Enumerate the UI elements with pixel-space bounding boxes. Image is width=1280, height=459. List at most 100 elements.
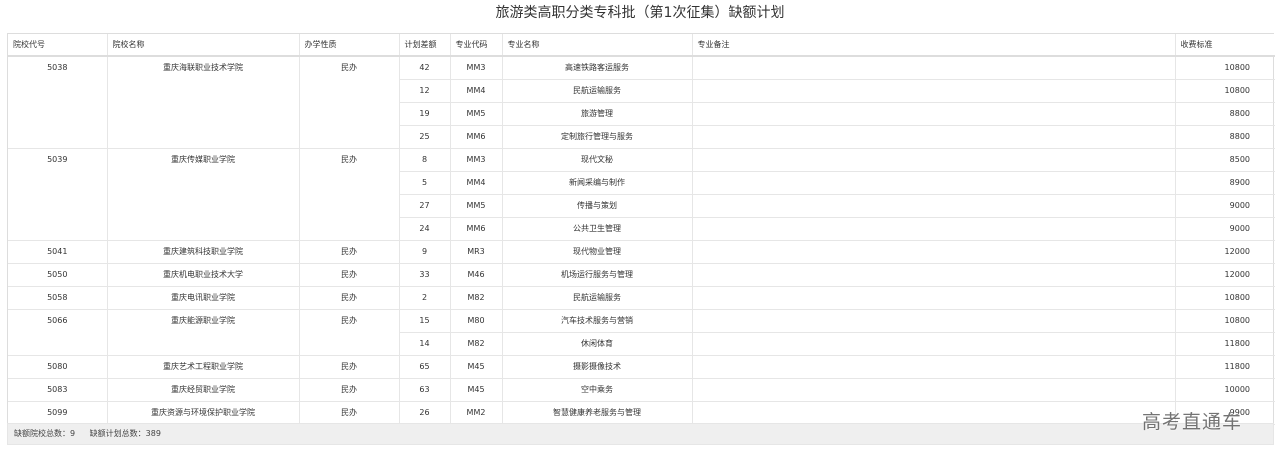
cell-major-note xyxy=(692,332,1176,356)
cell-major-code: MM3 xyxy=(450,148,503,172)
cell-school-name: 重庆建筑科技职业学院 xyxy=(107,240,300,264)
cell-major-name: 现代物业管理 xyxy=(502,240,693,264)
cell-school-code: 5039 xyxy=(8,148,108,241)
cell-plan-gap: 8 xyxy=(399,148,451,172)
cell-major-code: M82 xyxy=(450,286,503,310)
cell-major-name: 摄影摄像技术 xyxy=(502,355,693,379)
cell-major-code: MM6 xyxy=(450,125,503,149)
cell-fee: 8800 xyxy=(1175,102,1275,126)
cell-fee: 8500 xyxy=(1175,148,1275,172)
cell-fee: 8800 xyxy=(1175,125,1275,149)
table-row: 5066 重庆能源职业学院 民办 15 M80 汽车技术服务与营销 10800 xyxy=(8,309,1275,356)
cell-major-note xyxy=(692,148,1176,172)
cell-school-name: 重庆经贸职业学院 xyxy=(107,378,300,402)
cell-plan-gap: 19 xyxy=(399,102,451,126)
header-major-note[interactable]: 专业备注 xyxy=(692,34,1176,57)
cell-fee: 11800 xyxy=(1175,355,1275,379)
header-school-code[interactable]: 院校代号 xyxy=(8,34,108,57)
header-major-name[interactable]: 专业名称 xyxy=(502,34,693,57)
page-title: 旅游类高职分类专科批（第1次征集）缺额计划 xyxy=(495,5,785,21)
cell-fee: 9000 xyxy=(1175,194,1275,218)
cell-major-note xyxy=(692,378,1176,402)
cell-major-name: 空中乘务 xyxy=(502,378,693,402)
cell-major-code: MR3 xyxy=(450,240,503,264)
cell-school-type: 民办 xyxy=(299,286,400,310)
cell-major-note xyxy=(692,240,1176,264)
cell-major-note xyxy=(692,171,1176,195)
header-major-code[interactable]: 专业代码 xyxy=(450,34,503,57)
table-row: 5080 重庆艺术工程职业学院 民办 65 M45 摄影摄像技术 11800 xyxy=(8,355,1275,379)
cell-major-name: 民航运输服务 xyxy=(502,286,693,310)
cell-school-type: 民办 xyxy=(299,56,400,149)
cell-fee: 11800 xyxy=(1175,332,1275,356)
cell-fee: 10800 xyxy=(1175,79,1275,103)
header-school-name[interactable]: 院校名称 xyxy=(107,34,300,57)
cell-plan-gap: 2 xyxy=(399,286,451,310)
cell-major-name: 公共卫生管理 xyxy=(502,217,693,241)
cell-school-code: 5080 xyxy=(8,355,108,379)
cell-major-note xyxy=(692,355,1176,379)
cell-major-name: 新闻采编与制作 xyxy=(502,171,693,195)
cell-fee: 8900 xyxy=(1175,171,1275,195)
cell-major-name: 旅游管理 xyxy=(502,102,693,126)
cell-major-note xyxy=(692,125,1176,149)
cell-major-note xyxy=(692,286,1176,310)
cell-major-name: 机场运行服务与管理 xyxy=(502,263,693,287)
cell-plan-gap: 5 xyxy=(399,171,451,195)
cell-fee: 12000 xyxy=(1175,240,1275,264)
cell-school-type: 民办 xyxy=(299,378,400,402)
cell-major-code: MM3 xyxy=(450,56,503,80)
cell-school-code: 5083 xyxy=(8,378,108,402)
cell-major-note xyxy=(692,102,1176,126)
plan-total: 缺额计划总数：389 xyxy=(89,429,161,438)
cell-plan-gap: 27 xyxy=(399,194,451,218)
table-row: 5058 重庆电讯职业学院 民办 2 M82 民航运输服务 10800 xyxy=(8,286,1275,310)
header-fee[interactable]: 收费标准 xyxy=(1175,34,1275,57)
cell-school-code: 5050 xyxy=(8,263,108,287)
cell-major-name: 休闲体育 xyxy=(502,332,693,356)
table-row: 5041 重庆建筑科技职业学院 民办 9 MR3 现代物业管理 12000 xyxy=(8,240,1275,264)
cell-school-type: 民办 xyxy=(299,309,400,356)
cell-school-code: 5041 xyxy=(8,240,108,264)
school-total: 缺额院校总数：9 xyxy=(14,429,76,438)
cell-major-code: M45 xyxy=(450,378,503,402)
table-row: 5038 重庆海联职业技术学院 民办 42 MM3 高速铁路客运服务 10800 xyxy=(8,56,1275,149)
cell-major-code: M45 xyxy=(450,355,503,379)
header-plan-gap[interactable]: 计划差额 xyxy=(399,34,451,57)
cell-major-code: MM5 xyxy=(450,102,503,126)
cell-school-name: 重庆海联职业技术学院 xyxy=(107,56,300,149)
table-footer: 缺额院校总数：9 缺额计划总数：389 xyxy=(7,423,1274,445)
cell-major-code: M82 xyxy=(450,332,503,356)
cell-major-code: MM4 xyxy=(450,79,503,103)
cell-major-code: MM6 xyxy=(450,217,503,241)
cell-major-code: M46 xyxy=(450,263,503,287)
cell-school-name: 重庆电讯职业学院 xyxy=(107,286,300,310)
cell-fee: 10000 xyxy=(1175,378,1275,402)
table-row: 5099 重庆资源与环境保护职业学院 民办 26 MM2 智慧健康养老服务与管理 9900 xyxy=(8,401,1275,425)
cell-plan-gap: 25 xyxy=(399,125,451,149)
cell-fee: 12000 xyxy=(1175,263,1275,287)
cell-major-name: 传播与策划 xyxy=(502,194,693,218)
cell-school-name: 重庆资源与环境保护职业学院 xyxy=(107,401,300,425)
cell-plan-gap: 12 xyxy=(399,79,451,103)
table-row: 5039 重庆传媒职业学院 民办 8 MM3 现代文秘 8500 xyxy=(8,148,1275,241)
cell-school-code: 5099 xyxy=(8,401,108,425)
cell-plan-gap: 26 xyxy=(399,401,451,425)
cell-fee: 10800 xyxy=(1175,56,1275,80)
table-row: 5050 重庆机电职业技术大学 民办 33 M46 机场运行服务与管理 12000 xyxy=(8,263,1275,287)
cell-school-name: 重庆能源职业学院 xyxy=(107,309,300,356)
cell-major-code: MM2 xyxy=(450,401,503,425)
cell-plan-gap: 24 xyxy=(399,217,451,241)
cell-plan-gap: 33 xyxy=(399,263,451,287)
cell-major-note xyxy=(692,194,1176,218)
cell-major-name: 民航运输服务 xyxy=(502,79,693,103)
cell-major-code: M80 xyxy=(450,309,503,333)
header-school-type[interactable]: 办学性质 xyxy=(299,34,400,57)
cell-plan-gap: 9 xyxy=(399,240,451,264)
cell-school-type: 民办 xyxy=(299,148,400,241)
watermark: 高考直通车 xyxy=(1142,411,1243,433)
cell-major-code: MM5 xyxy=(450,194,503,218)
cell-major-name: 智慧健康养老服务与管理 xyxy=(502,401,693,425)
cell-school-type: 民办 xyxy=(299,401,400,425)
cell-major-name: 高速铁路客运服务 xyxy=(502,56,693,80)
